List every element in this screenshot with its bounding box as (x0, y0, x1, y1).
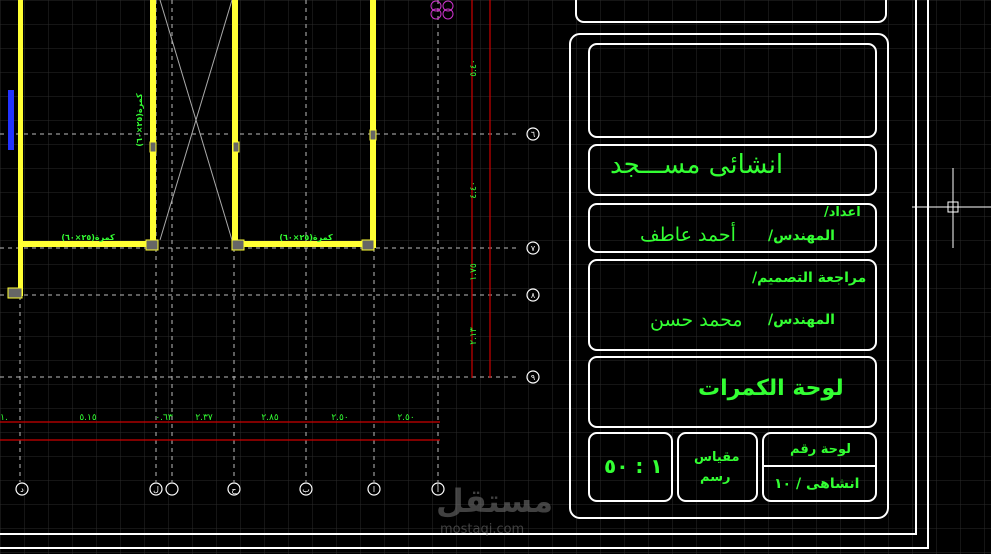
hdim-1: ٥.١٥ (79, 413, 97, 423)
project-title: انشائى مســـجد (610, 150, 784, 180)
beam-label-3: كمرة(٢٥×٦٠) (135, 93, 144, 147)
vdim-1: ٥.٤٠ (469, 59, 479, 76)
scale-label-2: رسم (700, 470, 731, 485)
beam-label-2: كمرة(٢٥×٦٠) (279, 233, 333, 242)
bubble-l: ل (153, 485, 159, 494)
bubble-8: ٨ (531, 291, 536, 300)
sheet-no-label: لوحة رقم (790, 442, 852, 457)
bubble-h: ح (231, 485, 237, 494)
engineer-name-2: محمد حسن (650, 309, 743, 331)
bubble-7: ٧ (531, 244, 536, 253)
bubble-6: ٦ (531, 130, 535, 139)
hdim-6: ٢.٥٠ (397, 413, 414, 423)
engineer-name-1: أحمد عاطف (640, 224, 736, 246)
bubble-a: ا (373, 485, 375, 494)
hdim-4: ٢.٨٥ (261, 413, 279, 423)
hdim-3: ٢.٣٧ (195, 413, 213, 423)
watermark-logo: مستقل (436, 482, 554, 520)
vdim-3: ١.٧٥ (469, 263, 479, 281)
scale-label-1: مقياس (694, 450, 740, 465)
engineer-prefix-1: المهندس/ (768, 228, 835, 244)
sheet-title: لوحة الكمرات (698, 376, 844, 401)
vdim-2: ٤.٤٠ (469, 181, 479, 198)
watermark-url: mostaqi.com (440, 522, 525, 537)
bubble-b: ب (302, 485, 310, 494)
blue-element (8, 90, 14, 150)
review-label: مراجعة التصميم/ (752, 270, 867, 286)
prepared-label: اعداد/ (824, 205, 861, 220)
beam-label-1: كمرة(٢٥×٦٠) (61, 233, 115, 242)
engineer-prefix-2: المهندس/ (768, 312, 835, 328)
hdim-2: ٠.٦٣ (155, 413, 173, 423)
scale-value: ١ : ٥٠ (604, 454, 663, 478)
vdim-4: ٢.١٣ (469, 327, 479, 345)
sheet-no-value: انشاهى / ١٠ (774, 476, 860, 492)
hdim-0: ١. (0, 413, 8, 423)
bubble-d: د (20, 485, 24, 494)
bubble-9: ٩ (531, 373, 535, 382)
hdim-5: ٢.٥٠ (331, 413, 348, 423)
